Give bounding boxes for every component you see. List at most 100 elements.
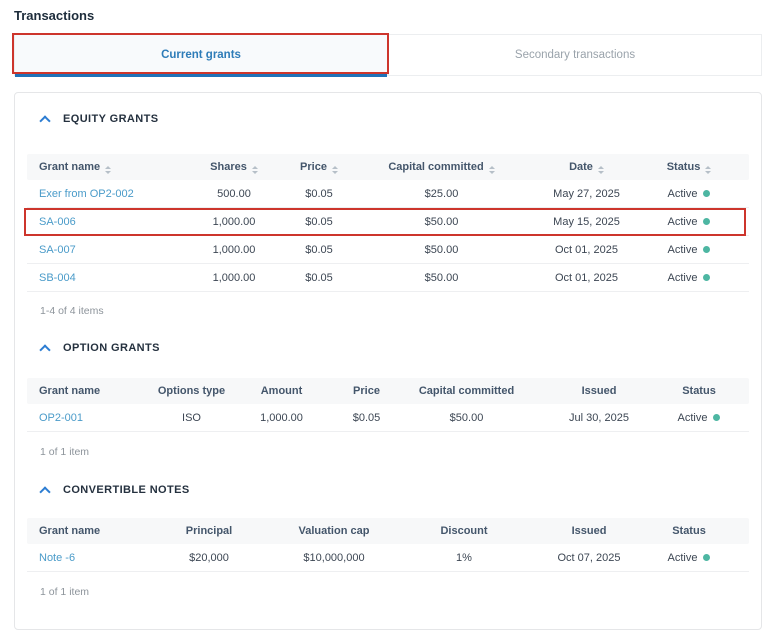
cell-shares: 1,000.00 [189,216,279,228]
cell-price: $0.05 [279,216,359,228]
sort-icon[interactable] [252,166,258,174]
tab-secondary-transactions[interactable]: Secondary transactions [388,34,762,76]
cell-price: $0.05 [329,412,404,424]
cell-options-type: ISO [149,412,234,424]
cell-date: Oct 01, 2025 [524,272,649,284]
table-row[interactable]: Note -6 $20,000 $10,000,000 1% Oct 07, 2… [27,544,749,572]
table-row[interactable]: SA-006 1,000.00 $0.05 $50.00 May 15, 202… [27,208,749,236]
cell-price: $0.05 [279,244,359,256]
notes-items-count: 1 of 1 item [15,586,761,598]
cell-date: May 27, 2025 [524,188,649,200]
cell-capital: $50.00 [359,216,524,228]
equity-grants-table: Grant name Shares Price Capital committe… [15,154,761,292]
cell-date: May 15, 2025 [524,216,649,228]
equity-grants-section-header[interactable]: EQUITY GRANTS [15,111,761,127]
column-header-price[interactable]: Price [279,161,359,174]
cell-issued: Oct 07, 2025 [529,552,649,564]
cell-status: Active [649,216,729,228]
cell-status: Active [649,188,729,200]
cell-issued: Jul 30, 2025 [529,412,669,424]
column-header-status[interactable]: Status [669,385,729,397]
column-header-status[interactable]: Status [649,161,729,174]
status-dot [713,414,720,421]
column-header-capital-committed[interactable]: Capital committed [359,161,524,174]
tab-current-grants-label: Current grants [161,49,241,61]
cell-status: Active [649,272,729,284]
sort-icon[interactable] [105,166,111,174]
table-row[interactable]: SA-007 1,000.00 $0.05 $50.00 Oct 01, 202… [27,236,749,264]
grant-link[interactable]: Exer from OP2-002 [39,188,189,200]
convertible-notes-section-header[interactable]: CONVERTIBLE NOTES [15,482,761,498]
chevron-up-icon[interactable] [40,344,50,352]
tab-current-grants[interactable]: Current grants [14,34,388,76]
cell-amount: 1,000.00 [234,412,329,424]
page-title: Transactions [14,8,94,23]
status-badge: Active [668,244,698,256]
sort-icon[interactable] [705,166,711,174]
options-table-header-row: Grant name Options type Amount Price Cap… [27,378,749,404]
option-grants-table: Grant name Options type Amount Price Cap… [15,378,761,432]
column-header-capital-committed[interactable]: Capital committed [404,385,529,397]
grant-link[interactable]: SA-007 [39,244,189,256]
status-badge: Active [668,188,698,200]
cell-shares: 1,000.00 [189,272,279,284]
status-dot [703,274,710,281]
notes-table-header-row: Grant name Principal Valuation cap Disco… [27,518,749,544]
column-header-grant-name[interactable]: Grant name [39,385,149,397]
sort-icon[interactable] [332,166,338,174]
column-header-valuation-cap[interactable]: Valuation cap [269,525,399,537]
options-items-count: 1 of 1 item [15,446,761,458]
status-badge: Active [668,272,698,284]
transactions-page: Transactions Current grants Secondary tr… [0,0,768,634]
column-header-grant-name[interactable]: Grant name [39,525,149,537]
cell-valuation-cap: $10,000,000 [269,552,399,564]
option-grants-section-header[interactable]: OPTION GRANTS [15,340,761,356]
cell-date: Oct 01, 2025 [524,244,649,256]
status-badge: Active [678,412,708,424]
column-header-shares[interactable]: Shares [189,161,279,174]
column-header-date[interactable]: Date [524,161,649,174]
status-dot [703,554,710,561]
equity-grants-title: EQUITY GRANTS [63,113,158,125]
status-dot [703,246,710,253]
column-header-price[interactable]: Price [329,385,404,397]
column-header-issued[interactable]: Issued [529,525,649,537]
sort-icon[interactable] [489,166,495,174]
table-row[interactable]: SB-004 1,000.00 $0.05 $50.00 Oct 01, 202… [27,264,749,292]
cell-price: $0.05 [279,272,359,284]
tab-secondary-transactions-label: Secondary transactions [515,49,635,61]
grant-link[interactable]: Note -6 [39,552,149,564]
cell-status: Active [669,412,729,424]
column-header-issued[interactable]: Issued [529,385,669,397]
column-header-grant-name[interactable]: Grant name [39,161,189,174]
equity-table-header-row: Grant name Shares Price Capital committe… [27,154,749,180]
column-header-options-type[interactable]: Options type [149,385,234,397]
grant-link[interactable]: OP2-001 [39,412,149,424]
option-grants-title: OPTION GRANTS [63,342,160,354]
cell-capital: $50.00 [359,244,524,256]
tab-bar: Current grants Secondary transactions [14,34,762,76]
convertible-notes-table: Grant name Principal Valuation cap Disco… [15,518,761,572]
cell-status: Active [649,552,729,564]
cell-capital: $50.00 [404,412,529,424]
table-row[interactable]: Exer from OP2-002 500.00 $0.05 $25.00 Ma… [27,180,749,208]
convertible-notes-title: CONVERTIBLE NOTES [63,484,190,496]
cell-status: Active [649,244,729,256]
column-header-amount[interactable]: Amount [234,385,329,397]
column-header-status[interactable]: Status [649,525,729,537]
chevron-up-icon[interactable] [40,486,50,494]
table-row[interactable]: OP2-001 ISO 1,000.00 $0.05 $50.00 Jul 30… [27,404,749,432]
grant-link[interactable]: SB-004 [39,272,189,284]
cell-price: $0.05 [279,188,359,200]
cell-discount: 1% [399,552,529,564]
equity-items-count: 1-4 of 4 items [15,305,761,317]
cell-shares: 1,000.00 [189,244,279,256]
cell-capital: $50.00 [359,272,524,284]
column-header-principal[interactable]: Principal [149,525,269,537]
column-header-discount[interactable]: Discount [399,525,529,537]
transactions-card: EQUITY GRANTS Grant name Shares Price Ca… [14,92,762,630]
sort-icon[interactable] [598,166,604,174]
cell-principal: $20,000 [149,552,269,564]
chevron-up-icon[interactable] [40,115,50,123]
grant-link[interactable]: SA-006 [39,216,189,228]
